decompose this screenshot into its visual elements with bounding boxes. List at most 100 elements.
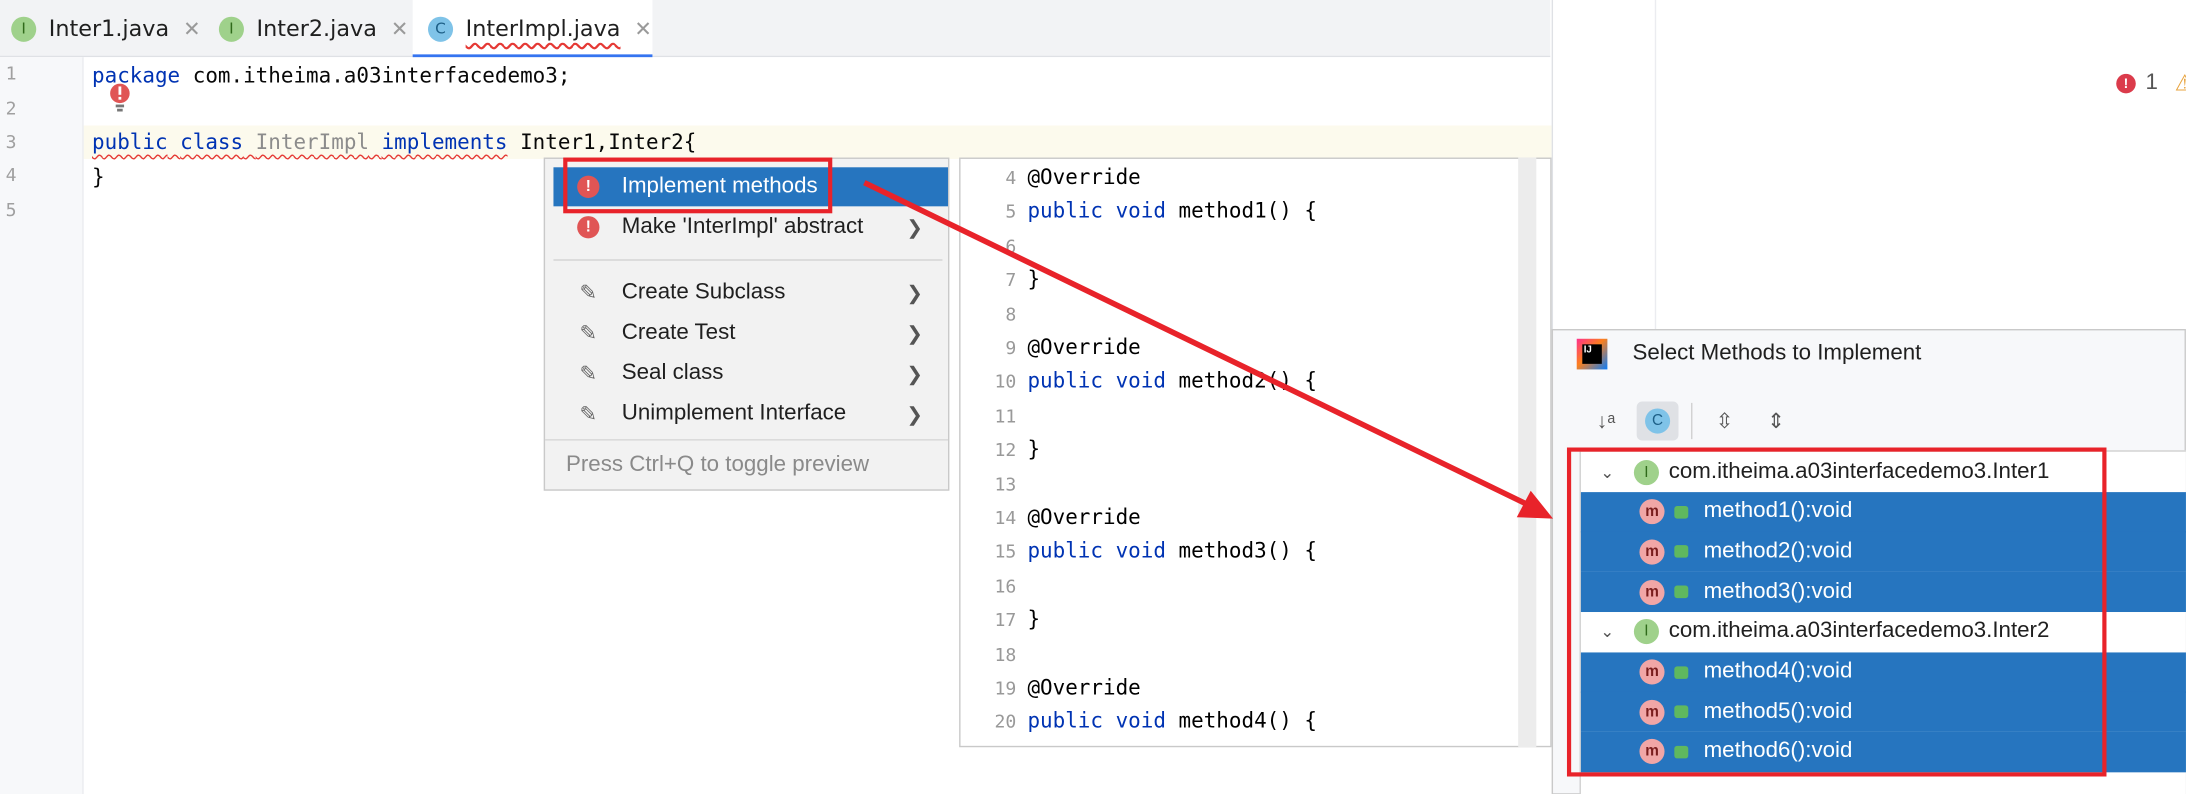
problems-indicator[interactable]: ! 1 ⚠ xyxy=(2116,70,2186,98)
preview-line-number: 12 xyxy=(994,440,1017,462)
preview-code-line: 19 @Override xyxy=(961,674,1141,700)
menu-item-create-test[interactable]: ✎ Create Test ❯ xyxy=(553,314,948,353)
chevron-right-icon: ❯ xyxy=(906,361,923,385)
preview-code-text: method3() { xyxy=(1165,538,1318,564)
preview-line-number: 20 xyxy=(994,712,1017,734)
class-name: InterImpl xyxy=(255,129,370,155)
tab-interimpl[interactable]: C InterImpl.java ✕ xyxy=(412,0,653,59)
sort-alphabetically-icon[interactable]: ↓ᵃ xyxy=(1585,402,1627,441)
line-number: 5 xyxy=(5,200,17,222)
preview-code-text: method4() { xyxy=(1165,708,1318,734)
hint-separator xyxy=(545,439,948,441)
keyword: public xyxy=(92,129,168,155)
code-line-4: } xyxy=(92,164,105,190)
preview-code-text: @Override xyxy=(1027,504,1141,530)
show-classes-icon[interactable]: C xyxy=(1636,401,1679,441)
edit-icon: ✎ xyxy=(579,281,598,306)
menu-item-label: Make 'InterImpl' abstract xyxy=(621,214,864,239)
preview-code-text: @Override xyxy=(1027,334,1141,360)
preview-code-line: 8 xyxy=(961,301,1028,326)
menu-item-label: Seal class xyxy=(621,361,724,385)
error-bulb-icon[interactable] xyxy=(109,83,131,112)
preview-line-number: 18 xyxy=(994,644,1017,666)
code-line-3: public class InterImpl implements Inter1… xyxy=(92,130,696,155)
preview-toggle-hint: Press Ctrl+Q to toggle preview xyxy=(566,453,870,477)
error-icon: ! xyxy=(2116,73,2136,94)
expand-all-icon[interactable]: ⇳ xyxy=(1704,402,1746,441)
preview-line-number: 13 xyxy=(994,474,1017,496)
right-margin-guide xyxy=(1654,0,1657,330)
preview-line-number: 5 xyxy=(1005,202,1017,224)
interface-icon: I xyxy=(11,16,37,42)
preview-code-text: } xyxy=(1027,606,1041,632)
preview-line-number: 6 xyxy=(1005,236,1017,258)
preview-code-line: 9 @Override xyxy=(961,334,1141,360)
preview-code-text: } xyxy=(1027,266,1041,292)
preview-code-line: 15 public void method3() { xyxy=(961,539,1317,564)
menu-separator xyxy=(553,259,943,261)
preview-code-line: 5 public void method1() { xyxy=(961,199,1317,224)
chevron-right-icon: ❯ xyxy=(906,321,923,344)
preview-code-text: method2() { xyxy=(1165,368,1318,394)
close-icon[interactable]: ✕ xyxy=(634,16,652,41)
class-icon: C xyxy=(427,16,454,42)
preview-line-number: 15 xyxy=(994,542,1017,564)
menu-item-label: Create Test xyxy=(621,320,736,345)
interface-icon: I xyxy=(218,16,244,42)
preview-code-line: 20 public void method4() { xyxy=(961,709,1317,734)
warning-icon: ⚠ xyxy=(2175,70,2186,98)
preview-code-text: @Override xyxy=(1027,164,1141,190)
preview-code-line: 11 xyxy=(961,403,1028,428)
preview-code-line: 4 @Override xyxy=(961,164,1141,190)
preview-code-line: 17} xyxy=(961,606,1041,632)
keyword: class xyxy=(180,129,244,155)
line-number-gutter: 1 2 3 4 5 xyxy=(0,57,84,794)
preview-line-number: 9 xyxy=(1005,338,1017,360)
keyword: public void xyxy=(1027,708,1166,734)
line-number: 2 xyxy=(5,98,17,120)
ide-window: I Inter1.java ✕ I Inter2.java ✕ C InterI… xyxy=(0,0,2186,794)
menu-item-make-abstract[interactable]: ! Make 'InterImpl' abstract ❯ xyxy=(553,208,948,247)
tab-inter2[interactable]: I Inter2.java ✕ xyxy=(218,0,411,57)
tab-label: Inter1.java xyxy=(48,15,170,42)
keyword: public void xyxy=(1027,538,1166,564)
preview-code-text: method1() { xyxy=(1165,198,1318,224)
preview-code-text: } xyxy=(1027,436,1041,462)
preview-line-number: 16 xyxy=(994,576,1017,598)
preview-line-number: 14 xyxy=(994,508,1017,530)
line-number: 1 xyxy=(5,64,17,86)
preview-code-line: 6 xyxy=(961,233,1028,258)
preview-line-number: 10 xyxy=(994,372,1017,394)
annotation-box-menu xyxy=(563,157,833,214)
preview-code-line: 12} xyxy=(961,436,1041,462)
preview-code-line: 14 @Override xyxy=(961,504,1141,530)
preview-line-number: 7 xyxy=(1005,270,1017,292)
preview-line-number: 8 xyxy=(1005,304,1017,326)
keyword: implements xyxy=(381,129,508,155)
preview-code-line: 18 xyxy=(961,641,1028,666)
preview-line-number: 17 xyxy=(994,610,1017,632)
menu-item-create-subclass[interactable]: ✎ Create Subclass ❯ xyxy=(553,273,948,312)
edit-icon: ✎ xyxy=(579,362,598,387)
preview-code-line: 16 xyxy=(961,573,1028,598)
close-icon[interactable]: ✕ xyxy=(183,16,201,41)
preview-code-text: @Override xyxy=(1027,674,1141,700)
toolbar-separator xyxy=(1691,402,1693,440)
tab-label: InterImpl.java xyxy=(465,15,621,42)
collapse-all-icon[interactable]: ⇕ xyxy=(1755,402,1797,441)
line-number: 4 xyxy=(5,165,17,187)
chevron-right-icon: ❯ xyxy=(906,402,923,425)
edit-icon: ✎ xyxy=(579,402,598,427)
menu-item-seal-class[interactable]: ✎ Seal class ❯ xyxy=(553,354,948,393)
menu-item-label: Unimplement Interface xyxy=(621,401,847,426)
preview-line-number: 11 xyxy=(994,406,1017,428)
error-icon: ! xyxy=(577,216,600,239)
preview-scrollbar[interactable] xyxy=(1518,157,1537,748)
menu-item-unimplement-interface[interactable]: ✎ Unimplement Interface ❯ xyxy=(553,395,948,434)
editor-tab-bar: I Inter1.java ✕ I Inter2.java ✕ C InterI… xyxy=(0,0,1551,59)
edit-icon: ✎ xyxy=(579,322,598,346)
preview-code-line: 10 public void method2() { xyxy=(961,369,1317,394)
tab-inter1[interactable]: I Inter1.java ✕ xyxy=(11,0,206,57)
close-icon[interactable]: ✕ xyxy=(391,16,409,41)
package-name: com.itheima.a03interfacedemo3; xyxy=(180,62,571,88)
